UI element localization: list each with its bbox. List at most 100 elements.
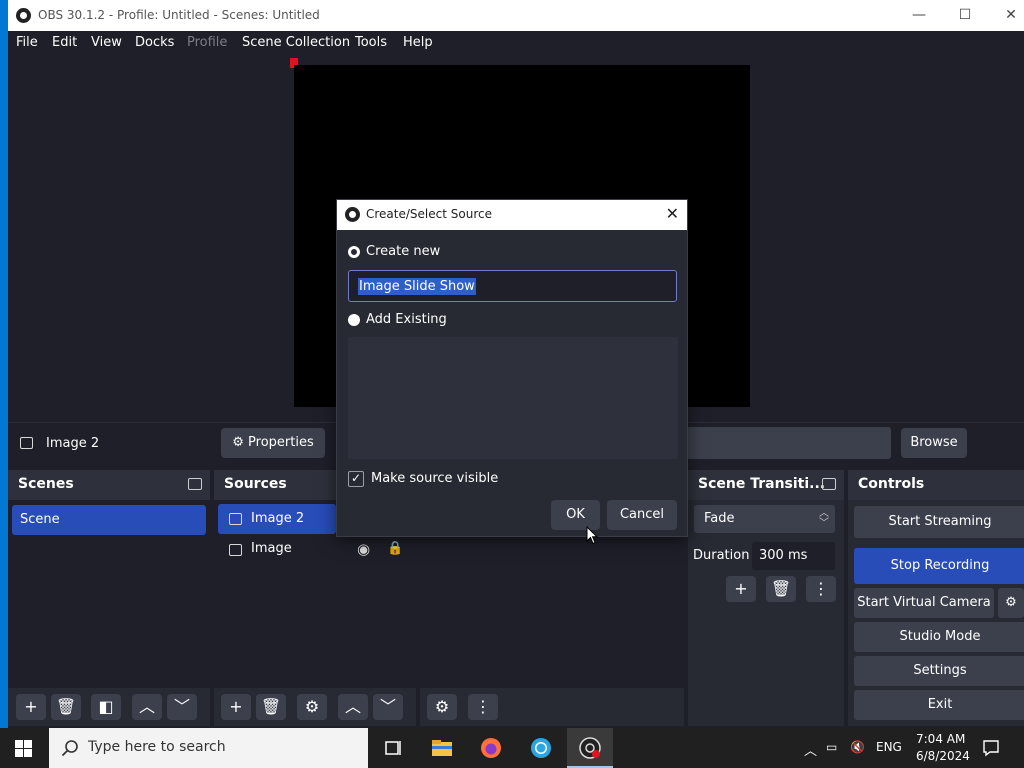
windows-taskbar: Type here to search ︿ ▭ 🔇 ENG 7:04 AM 6/… — [0, 728, 1024, 768]
gear-icon: ⚙ — [232, 435, 244, 450]
lock-icon[interactable]: 🔒 — [387, 541, 403, 556]
source-name-value: Image Slide Show — [358, 278, 476, 295]
properties-label: Properties — [248, 435, 314, 450]
volume-muted-icon[interactable]: 🔇 — [850, 740, 865, 754]
stop-recording-button[interactable]: Stop Recording — [854, 548, 1024, 584]
move-scene-down-button[interactable]: ﹀ — [167, 694, 197, 720]
scenes-list: Scene — [8, 500, 210, 688]
list-item[interactable]: Scene — [12, 505, 206, 535]
duration-value: 300 ms — [759, 548, 808, 563]
language-indicator[interactable]: ENG — [876, 740, 902, 754]
image-icon — [20, 437, 33, 449]
exit-button[interactable]: Exit — [854, 690, 1024, 720]
browse-button[interactable]: Browse — [901, 428, 967, 458]
make-visible-label: Make source visible — [371, 471, 499, 486]
menu-profile[interactable]: Profile — [187, 35, 227, 50]
dialog-title-bar[interactable]: Create/Select Source ✕ — [337, 200, 687, 230]
transition-select[interactable]: Fade ︿ ﹀ — [694, 505, 835, 533]
sources-title: Sources — [224, 476, 287, 492]
close-icon[interactable]: ✕ — [666, 204, 679, 223]
duration-label: Duration — [693, 548, 750, 563]
move-source-down-button[interactable]: ﹀ — [373, 694, 403, 720]
menu-file[interactable]: File — [16, 35, 38, 50]
existing-sources-list[interactable] — [348, 337, 678, 459]
make-visible-checkbox[interactable]: ✓ — [348, 471, 364, 487]
mixer-menu-icon[interactable]: ⋮ — [468, 694, 498, 720]
selected-source-label: Image 2 — [46, 436, 100, 451]
scene-filters-button[interactable]: ◧ — [91, 694, 121, 720]
title-bar[interactable]: OBS 30.1.2 - Profile: Untitled - Scenes:… — [8, 0, 1024, 31]
add-source-button[interactable]: + — [221, 694, 251, 720]
scenes-dock: Scenes Scene + 🗑 ◧ ︿ ﹀ — [8, 470, 210, 726]
transitions-title: Scene Transiti... — [698, 476, 826, 492]
show-hidden-icons-icon[interactable]: ︿ — [804, 740, 817, 759]
controls-body: Start Streaming Stop Recording Start Vir… — [848, 500, 1024, 726]
create-new-radio[interactable] — [348, 246, 360, 258]
obs-app-icon — [579, 737, 601, 759]
image-icon — [229, 513, 242, 525]
audio-mixer-toolbar — [420, 688, 684, 726]
windows-start-icon[interactable] — [15, 740, 32, 757]
properties-button[interactable]: ⚙ Properties — [221, 428, 325, 458]
dialog-title: Create/Select Source — [366, 207, 492, 221]
firefox-icon[interactable] — [479, 736, 503, 760]
search-placeholder: Type here to search — [88, 739, 226, 755]
network-icon[interactable]: ▭ — [826, 740, 837, 754]
menu-view[interactable]: View — [91, 35, 122, 50]
menu-docks[interactable]: Docks — [135, 35, 174, 50]
eye-icon[interactable]: ◉ — [357, 540, 370, 558]
source-properties-button[interactable]: ⚙ — [297, 694, 327, 720]
menu-scene-collection[interactable]: Scene Collection — [242, 35, 350, 50]
task-view-icon[interactable] — [381, 736, 405, 760]
file-explorer-icon[interactable] — [430, 736, 454, 760]
undock-icon[interactable] — [822, 478, 836, 490]
minimize-button[interactable]: — — [896, 0, 942, 31]
undock-icon[interactable] — [188, 478, 202, 490]
search-icon — [61, 740, 78, 757]
menu-help[interactable]: Help — [403, 35, 433, 50]
settings-button[interactable]: Settings — [854, 656, 1024, 686]
create-select-source-dialog: Create/Select Source ✕ Create new Image … — [336, 199, 688, 537]
add-existing-radio[interactable] — [348, 314, 360, 326]
start-streaming-button[interactable]: Start Streaming — [854, 506, 1024, 538]
taskbar-search-box[interactable]: Type here to search — [49, 728, 368, 768]
transitions-footer — [688, 688, 844, 726]
move-scene-up-button[interactable]: ︿ — [132, 694, 162, 720]
start-virtual-camera-button[interactable]: Start Virtual Camera — [854, 588, 994, 618]
maximize-button[interactable]: ☐ — [942, 0, 988, 31]
scenes-title: Scenes — [18, 476, 74, 492]
add-transition-button[interactable]: + — [726, 576, 756, 602]
close-button[interactable]: ✕ — [988, 0, 1024, 31]
add-existing-label: Add Existing — [366, 312, 447, 327]
move-source-up-button[interactable]: ︿ — [338, 694, 368, 720]
remove-transition-button[interactable]: 🗑 — [766, 576, 796, 602]
remove-source-button[interactable]: 🗑 — [256, 694, 286, 720]
transitions-dock-header[interactable]: Scene Transiti... — [688, 470, 844, 500]
advanced-audio-button[interactable]: ⚙ — [427, 694, 457, 720]
list-item[interactable]: Image 2 — [218, 504, 336, 534]
duration-field[interactable]: 300 ms — [752, 542, 835, 570]
mouse-cursor-icon — [586, 526, 598, 545]
transitions-dock: Scene Transiti... Fade ︿ ﹀ Duration 300 m… — [688, 470, 844, 726]
add-scene-button[interactable]: + — [16, 694, 46, 720]
menu-edit[interactable]: Edit — [52, 35, 77, 50]
spinner-icon: ︿ ﹀ — [819, 508, 829, 529]
obs-taskbar-button[interactable] — [567, 728, 613, 768]
source-item-label[interactable]: Image — [251, 541, 292, 556]
clock-date[interactable]: 6/8/2024 — [916, 749, 970, 763]
cancel-button[interactable]: Cancel — [607, 500, 677, 530]
scenes-dock-header[interactable]: Scenes — [8, 470, 210, 500]
source-name-input[interactable]: Image Slide Show — [348, 270, 677, 302]
controls-dock-header[interactable]: Controls — [848, 470, 1024, 500]
notification-icon[interactable] — [982, 739, 1000, 757]
file-path-field[interactable] — [686, 427, 891, 459]
studio-mode-button[interactable]: Studio Mode — [854, 622, 1024, 652]
chrome-icon[interactable] — [529, 736, 553, 760]
create-new-label: Create new — [366, 244, 441, 259]
gear-icon[interactable]: ⚙ — [998, 588, 1024, 618]
clock-time[interactable]: 7:04 AM — [916, 732, 965, 746]
transition-menu-icon[interactable]: ⋮ — [806, 576, 836, 602]
menu-tools[interactable]: Tools — [355, 35, 387, 50]
image-icon — [229, 544, 242, 556]
remove-scene-button[interactable]: 🗑 — [51, 694, 81, 720]
